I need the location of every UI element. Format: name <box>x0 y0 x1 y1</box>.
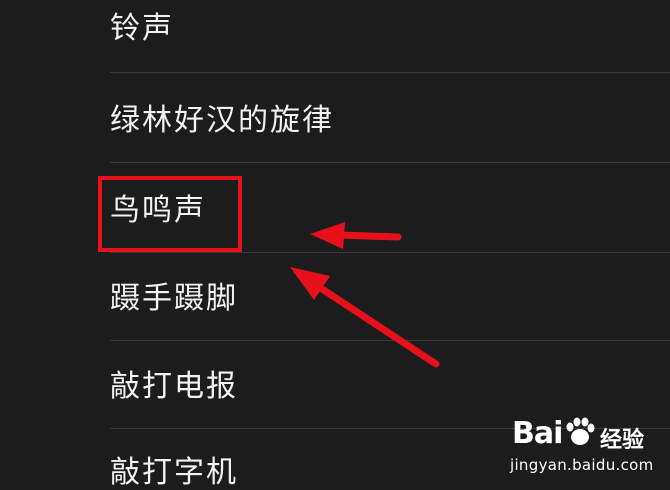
watermark-url: jingyan.baidu.com <box>510 456 654 474</box>
list-divider <box>110 72 670 73</box>
list-divider <box>110 340 670 341</box>
highlight-box <box>98 176 242 252</box>
arrow-lower <box>290 267 440 368</box>
ringtone-item-ringtone[interactable]: 铃声 <box>110 14 670 44</box>
ringtone-item-robin-hood-melody[interactable]: 绿林好汉的旋律 <box>110 106 670 136</box>
baidu-jingyan-watermark: Bai 经验 jingyan.baidu.com <box>482 412 654 478</box>
watermark-logo-text: Bai <box>512 416 563 451</box>
ringtone-screen: 铃声 绿林好汉的旋律 鸟鸣声 蹑手蹑脚 敲打电报 敲打字机 Bai 经验 jin… <box>0 0 670 490</box>
watermark-brand: 经验 <box>600 428 645 453</box>
list-divider <box>110 252 670 253</box>
ringtone-item-telegraph[interactable]: 敲打电报 <box>110 372 670 402</box>
arrow-upper <box>310 222 402 249</box>
paw-icon <box>566 417 595 445</box>
ringtone-item-tiptoe[interactable]: 蹑手蹑脚 <box>110 284 670 314</box>
list-divider <box>110 162 670 163</box>
